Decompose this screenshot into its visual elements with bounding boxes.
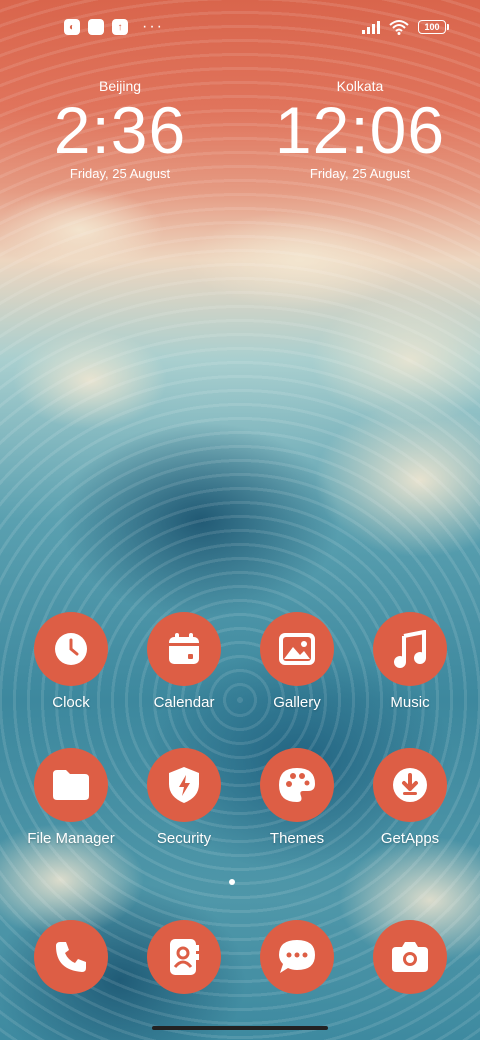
clock-icon [34,612,108,686]
app-label: Clock [52,694,90,711]
app-getapps[interactable]: GetApps [355,748,465,847]
signal-icon [362,20,380,34]
clock-date: Friday, 25 August [69,166,171,181]
home-indicator[interactable] [152,1026,328,1030]
app-music[interactable]: Music [355,612,465,711]
status-bar-right: 100 [362,19,449,35]
messages-icon [260,920,334,994]
dock-contacts[interactable] [129,920,239,994]
calendar-icon [147,612,221,686]
app-calendar[interactable]: Calendar [129,612,239,711]
clock-city: Beijing [98,78,142,94]
upload-icon: ↑ [112,19,128,35]
palette-icon [260,748,334,822]
status-bar: ◐ ↑ ··· 100 [0,0,480,56]
clock-widget-beijing[interactable]: Beijing 2:36 Friday, 25 August [20,78,220,181]
app-gallery[interactable]: Gallery [242,612,352,711]
clock-date: Friday, 25 August [309,166,411,181]
status-bar-left: ◐ ↑ ··· [64,19,164,35]
app-label: Gallery [273,694,321,711]
app-label: GetApps [380,830,440,847]
more-notifications-indicator: ··· [142,18,164,35]
app-security[interactable]: Security [129,748,239,847]
folder-icon [34,748,108,822]
clock-time: 12:06 [274,93,446,167]
notification-square-icon [88,19,104,35]
contacts-icon [147,920,221,994]
gallery-icon [260,612,334,686]
page-indicator[interactable] [229,879,235,885]
dock-phone[interactable] [16,920,126,994]
app-label: Music [390,694,430,711]
music-icon [373,612,447,686]
shield-icon [147,748,221,822]
app-label: File Manager [27,830,115,847]
dock-camera[interactable] [355,920,465,994]
app-label: Security [156,830,212,847]
app-themes[interactable]: Themes [242,748,352,847]
clock-time: 2:36 [53,93,187,167]
camera-icon [373,920,447,994]
app-clock[interactable]: Clock [16,612,126,711]
sim-icon: ◐ [64,19,80,35]
phone-icon [34,920,108,994]
wifi-icon [389,20,409,35]
clock-widget-kolkata[interactable]: Kolkata 12:06 Friday, 25 August [260,78,460,181]
app-label: Calendar [153,694,215,711]
clock-city: Kolkata [336,78,384,94]
app-label: Themes [269,830,325,847]
dock-messages[interactable] [242,920,352,994]
download-icon [373,748,447,822]
battery-icon: 100 [418,20,449,34]
app-file-manager[interactable]: File Manager [16,748,126,847]
